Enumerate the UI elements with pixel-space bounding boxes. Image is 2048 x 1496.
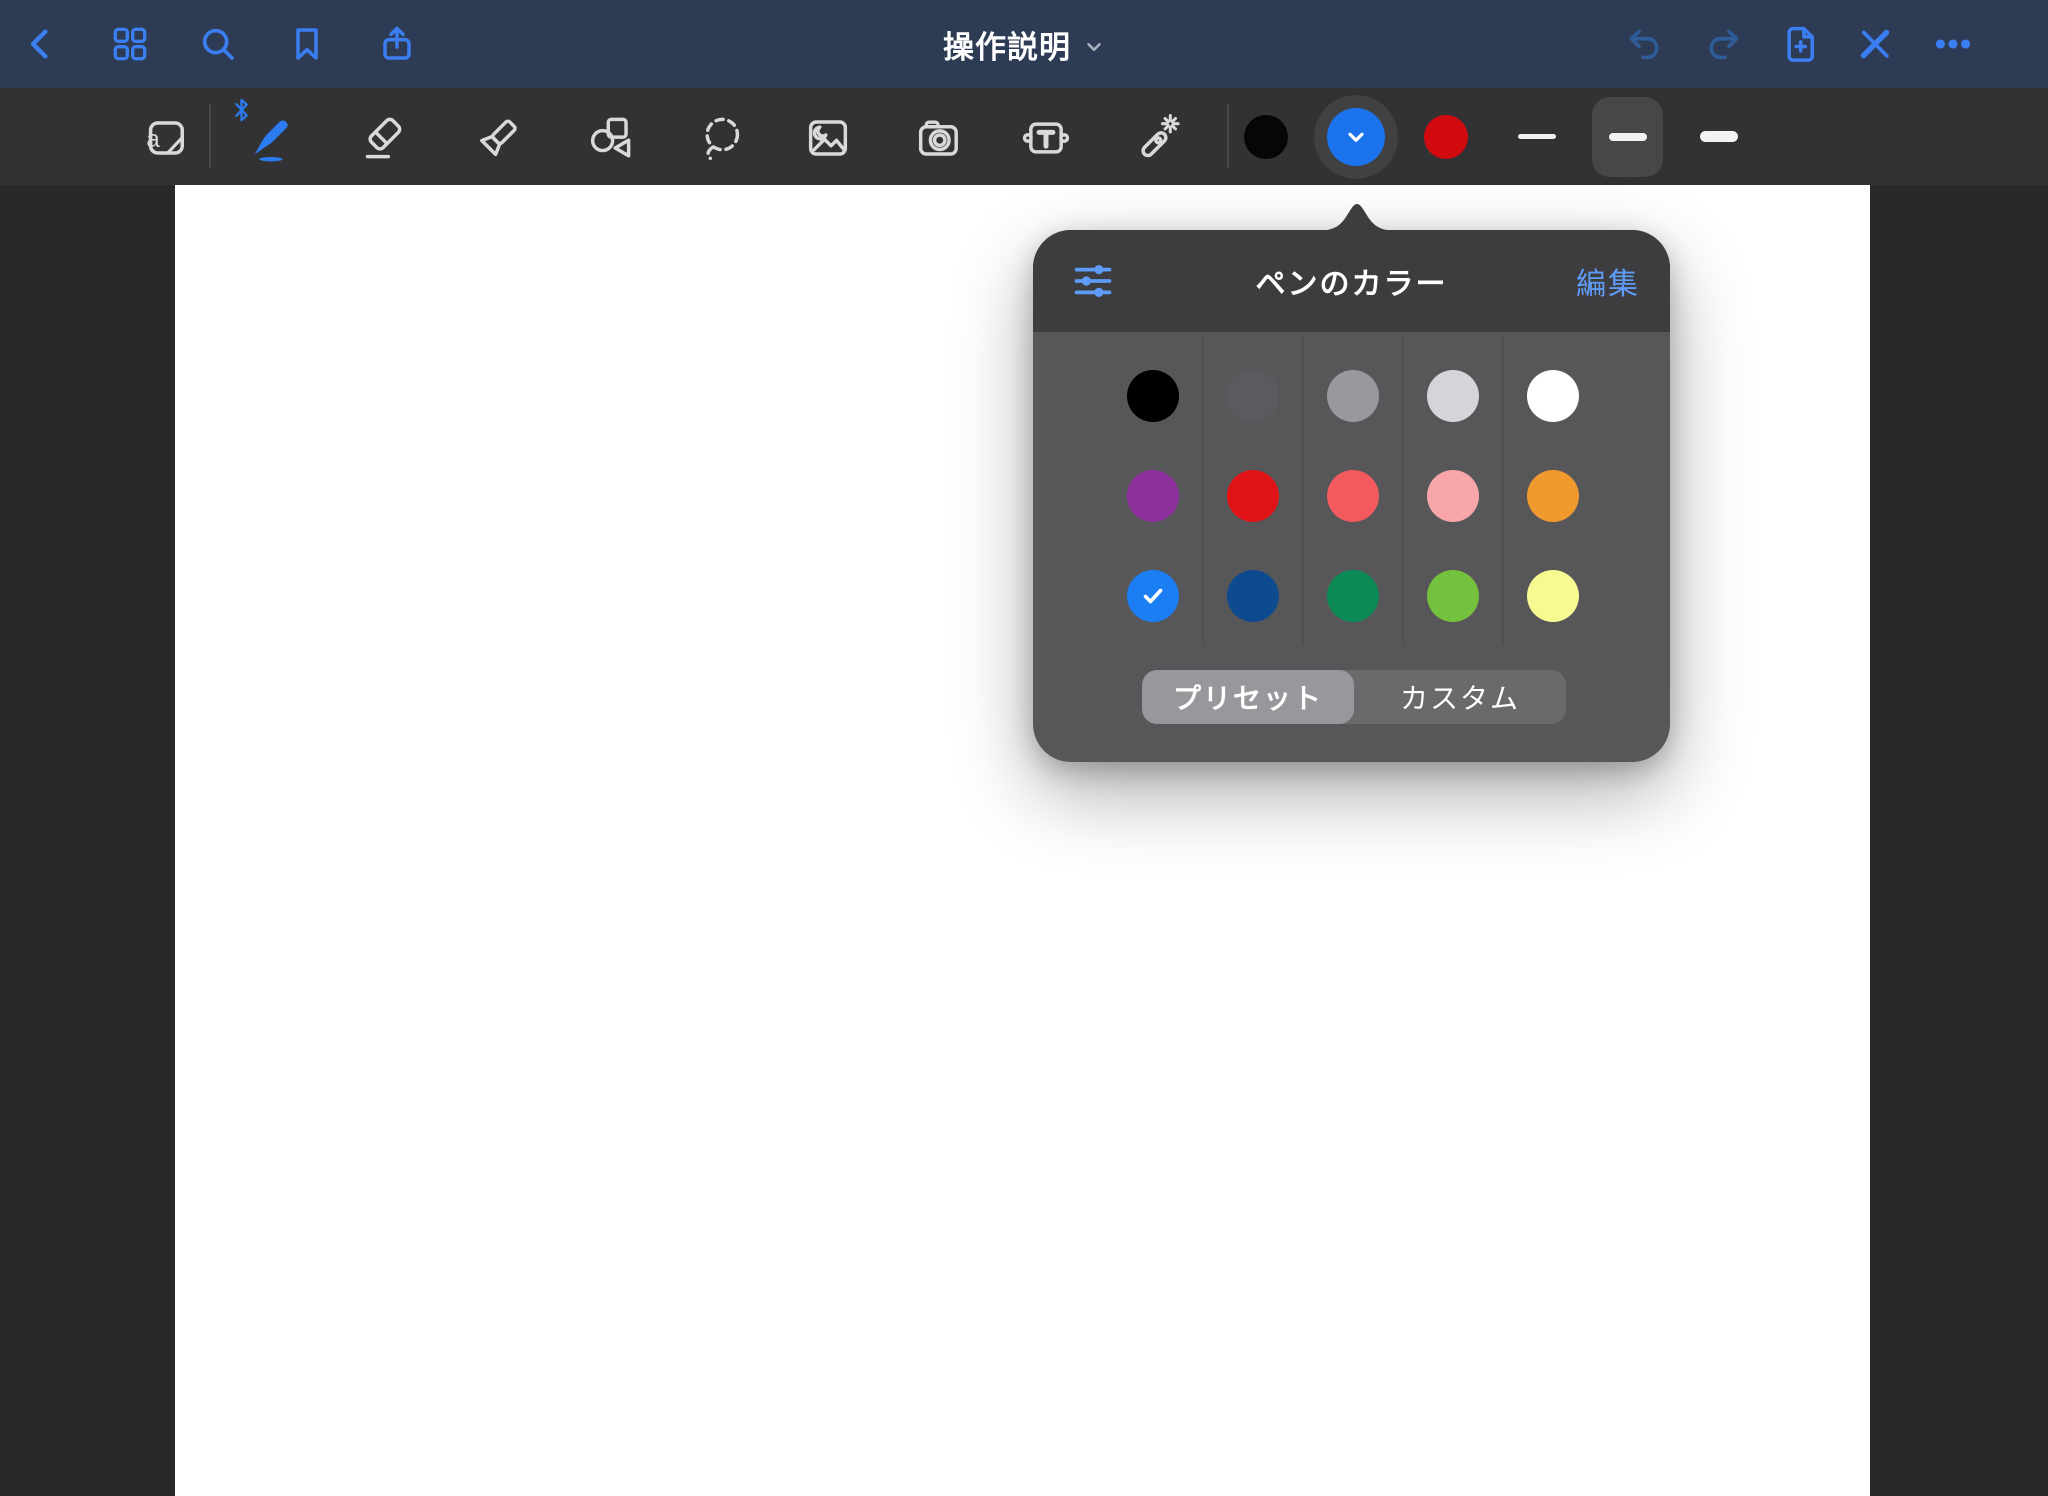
- tab-preset[interactable]: プリセット: [1142, 670, 1354, 724]
- popup-color-blue-swatch[interactable]: [1103, 546, 1203, 646]
- pen-tool-button[interactable]: [243, 110, 299, 166]
- top-navigation-bar: 操作説明: [0, 0, 2048, 88]
- pen-thickness-options: [1491, 88, 1764, 185]
- toolbar-color-black-swatch[interactable]: [1221, 88, 1311, 185]
- lasso-tool-button[interactable]: [693, 110, 749, 166]
- popup-color-orange-swatch[interactable]: [1503, 446, 1603, 546]
- bluetooth-icon: [233, 97, 250, 123]
- toolbar-separator: [209, 104, 211, 168]
- highlighter-icon: [471, 112, 523, 164]
- camera-icon: [912, 112, 964, 164]
- drawing-toolbar: a: [0, 88, 2048, 185]
- pen-color-swatches: [1221, 88, 1491, 185]
- pen-icon: [243, 110, 299, 166]
- toolbar-color-red-swatch[interactable]: [1401, 88, 1491, 185]
- camera-tool-button[interactable]: [910, 110, 966, 166]
- chevron-down-icon: [1083, 36, 1105, 58]
- thickness-thick-option[interactable]: [1673, 88, 1764, 185]
- toolbar-color-blue-swatch[interactable]: [1311, 88, 1401, 185]
- popup-color-light-green-swatch[interactable]: [1403, 546, 1503, 646]
- image-icon: [802, 112, 854, 164]
- popup-color-green-swatch[interactable]: [1303, 546, 1403, 646]
- pen-off-icon: [1854, 23, 1896, 65]
- thickness-medium-option[interactable]: [1582, 88, 1673, 185]
- popover-header: ペンのカラー 編集: [1033, 230, 1670, 332]
- more-icon: [1932, 23, 1974, 65]
- laser-pointer-tool-button[interactable]: [1128, 110, 1184, 166]
- exit-edit-mode-button[interactable]: [1853, 22, 1897, 66]
- image-tool-button[interactable]: [800, 110, 856, 166]
- popup-color-dark-gray-swatch[interactable]: [1203, 346, 1303, 446]
- edit-colors-button[interactable]: 編集: [1576, 230, 1640, 332]
- preset-custom-tabs: プリセットカスタム: [1142, 670, 1566, 724]
- pen-color-popover: ペンのカラー 編集 プリセットカスタム: [1033, 230, 1670, 762]
- selected-color-ring: [1314, 95, 1398, 179]
- popup-color-light-gray-swatch[interactable]: [1403, 346, 1503, 446]
- panel-glyph: a: [146, 126, 160, 153]
- color-grid: [1103, 346, 1603, 646]
- popup-color-black-swatch[interactable]: [1103, 346, 1203, 446]
- undo-button[interactable]: [1623, 22, 1667, 66]
- popup-color-purple-swatch[interactable]: [1103, 446, 1203, 546]
- popover-title: ペンのカラー: [1033, 230, 1670, 332]
- more-options-button[interactable]: [1931, 22, 1975, 66]
- popup-color-coral-swatch[interactable]: [1303, 446, 1403, 546]
- popup-color-red-swatch[interactable]: [1203, 446, 1303, 546]
- lasso-icon: [695, 112, 747, 164]
- popup-color-gray-swatch[interactable]: [1303, 346, 1403, 446]
- text-icon: [1020, 112, 1072, 164]
- page-panel-icon: a: [141, 113, 191, 163]
- eraser-icon: [358, 112, 410, 164]
- add-page-button[interactable]: [1778, 22, 1822, 66]
- redo-icon: [1702, 23, 1744, 65]
- shapes-icon: [584, 112, 636, 164]
- add-page-icon: [1779, 23, 1821, 65]
- popup-color-white-swatch[interactable]: [1503, 346, 1603, 446]
- popup-color-navy-swatch[interactable]: [1203, 546, 1303, 646]
- undo-icon: [1624, 23, 1666, 65]
- eraser-tool-button[interactable]: [356, 110, 412, 166]
- app-screen: { "top_bar": { "bg_color": "#2d3b54", "i…: [0, 0, 2048, 1496]
- highlighter-tool-button[interactable]: [469, 110, 525, 166]
- popup-color-yellow-swatch[interactable]: [1503, 546, 1603, 646]
- popover-arrow: [1312, 203, 1402, 231]
- tab-custom[interactable]: カスタム: [1354, 670, 1566, 724]
- popup-color-pink-swatch[interactable]: [1403, 446, 1503, 546]
- thickness-thin-option[interactable]: [1491, 88, 1582, 185]
- laser-pointer-icon: [1130, 112, 1182, 164]
- page-title: 操作説明: [943, 22, 1071, 67]
- text-tool-button[interactable]: [1018, 110, 1074, 166]
- redo-button[interactable]: [1701, 22, 1745, 66]
- shapes-tool-button[interactable]: [582, 110, 638, 166]
- page-panel-button[interactable]: a: [138, 110, 194, 166]
